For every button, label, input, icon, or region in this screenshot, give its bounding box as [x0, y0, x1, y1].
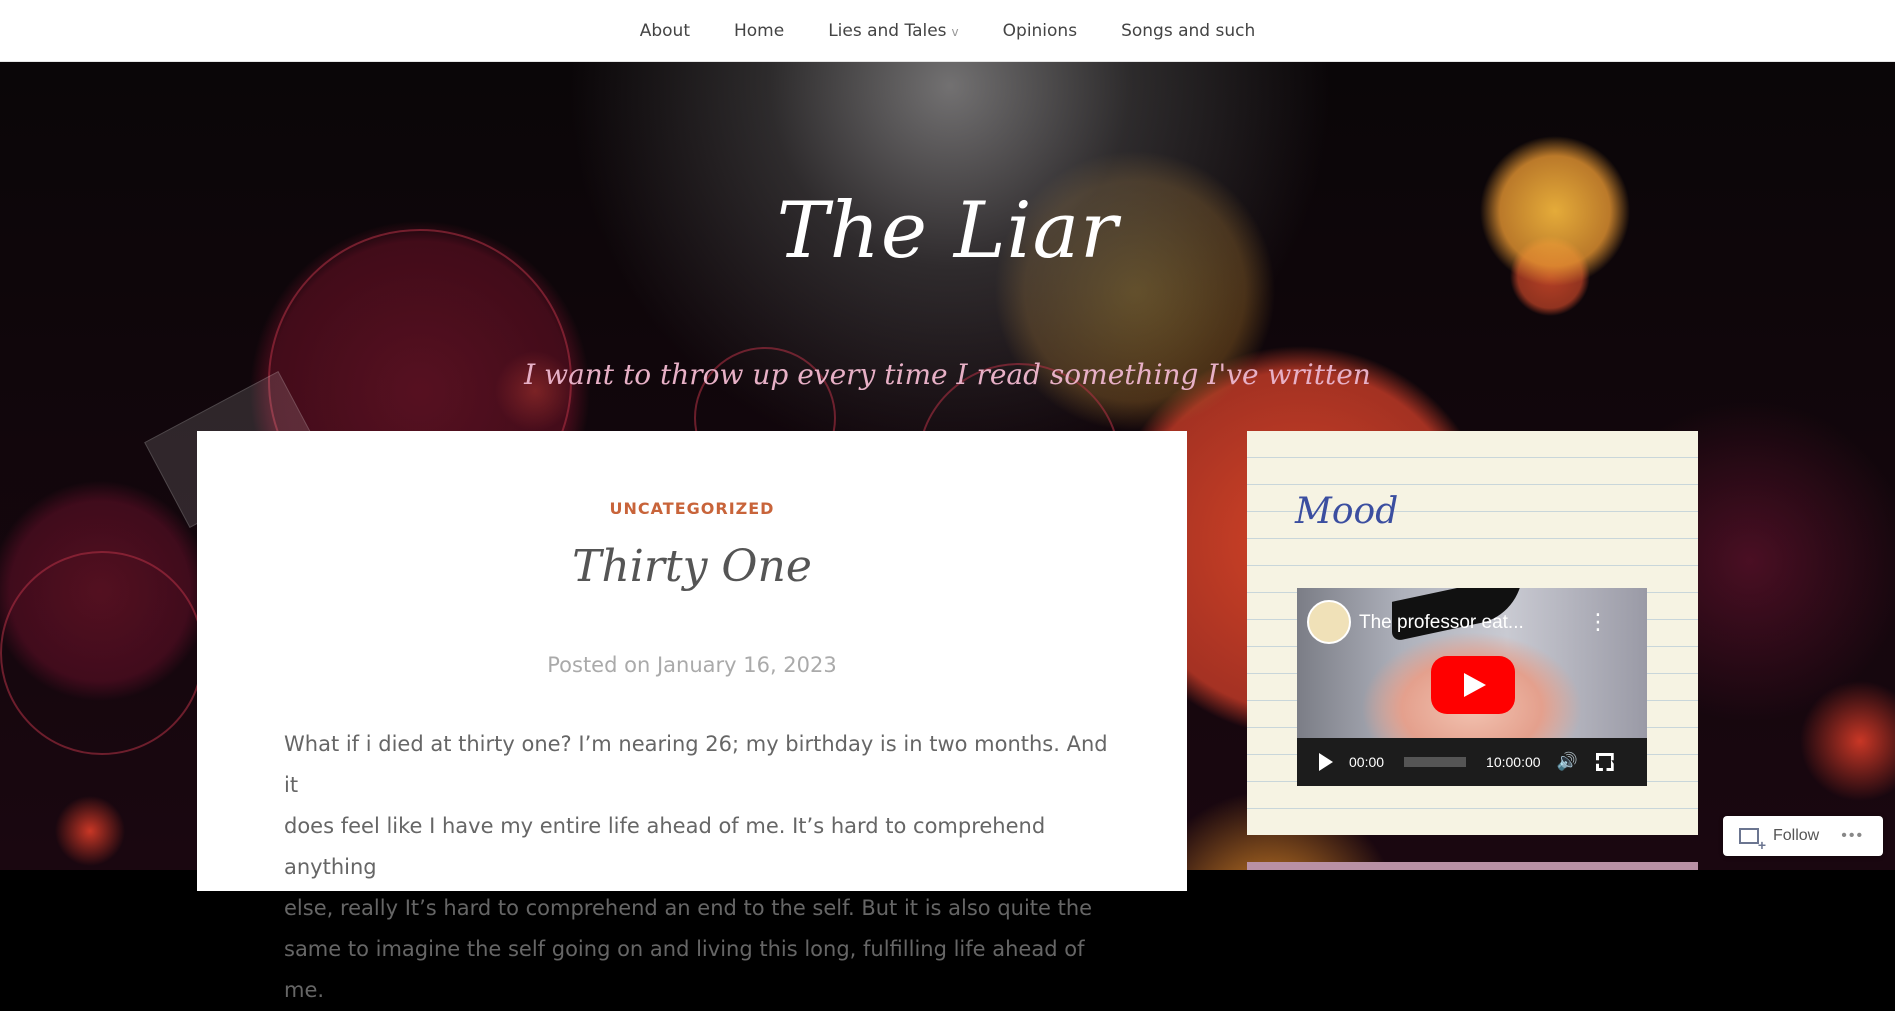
- nav-item-lies-and-tales[interactable]: Lies and Tales v: [828, 21, 958, 41]
- channel-avatar[interactable]: [1307, 600, 1351, 644]
- next-widget-edge: [1247, 862, 1698, 870]
- nav-item-label: Lies and Tales: [828, 20, 947, 41]
- nav-item-opinions[interactable]: Opinions: [1003, 21, 1077, 41]
- duration: 10:00:00: [1486, 754, 1541, 770]
- fullscreen-icon[interactable]: [1595, 753, 1614, 771]
- more-icon[interactable]: •••: [1841, 827, 1864, 845]
- nav-item-label: About: [639, 20, 690, 41]
- follow-button[interactable]: Follow •••: [1723, 816, 1883, 856]
- posted-on-label: Posted on: [547, 653, 651, 677]
- post-body: What if i died at thirty one? I’m nearin…: [284, 724, 1114, 1011]
- widget-title: Mood: [1295, 491, 1399, 532]
- reader-follow-icon: [1739, 828, 1766, 853]
- mood-widget: Mood The professor eat... ⋮ 00:00 10:00:…: [1247, 431, 1698, 835]
- post-body-line: same to imagine the self going on and li…: [284, 937, 1085, 1002]
- more-options-icon[interactable]: ⋮: [1587, 610, 1609, 635]
- post-body-line: does feel like I have my entire life ahe…: [284, 814, 1046, 879]
- post-title[interactable]: Thirty One: [197, 541, 1187, 592]
- post-date-link[interactable]: January 16, 2023: [657, 653, 837, 677]
- nav-item-label: Songs and such: [1121, 20, 1256, 41]
- decorative-circle: [0, 551, 204, 755]
- post-card: UNCATEGORIZED Thirty One Posted on Janua…: [197, 431, 1187, 1002]
- nav-item-label: Home: [734, 20, 785, 41]
- chevron-down-icon[interactable]: v: [952, 25, 959, 39]
- post-body-line: What if i died at thirty one? I’m nearin…: [284, 732, 1108, 797]
- nav-item-label: Opinions: [1002, 20, 1078, 41]
- post-meta: Posted on January 16, 2023: [197, 653, 1187, 677]
- site-title[interactable]: The Liar: [0, 186, 1895, 276]
- nav-item-about[interactable]: About: [640, 21, 690, 41]
- nav-item-home[interactable]: Home: [734, 21, 784, 41]
- youtube-play-button[interactable]: [1431, 656, 1515, 714]
- top-navigation: About Home Lies and Tales v Opinions Song…: [0, 0, 1895, 62]
- post-body-line: else, really It’s hard to comprehend an …: [284, 896, 1093, 920]
- youtube-embed[interactable]: The professor eat... ⋮ 00:00 10:00:00 🔊: [1297, 588, 1647, 786]
- nav-item-songs[interactable]: Songs and such: [1121, 21, 1255, 41]
- post-category-link[interactable]: UNCATEGORIZED: [197, 499, 1187, 518]
- video-controls: 00:00 10:00:00 🔊: [1297, 738, 1647, 786]
- follow-label: Follow: [1773, 827, 1820, 844]
- site-tagline: I want to throw up every time I read som…: [524, 358, 1371, 391]
- current-time: 00:00: [1349, 754, 1385, 770]
- video-title[interactable]: The professor eat...: [1359, 612, 1524, 634]
- play-icon[interactable]: [1319, 753, 1333, 771]
- volume-icon[interactable]: 🔊: [1557, 752, 1578, 772]
- seek-bar[interactable]: [1404, 757, 1467, 767]
- nav-menu: About Home Lies and Tales v Opinions Song…: [640, 21, 1256, 41]
